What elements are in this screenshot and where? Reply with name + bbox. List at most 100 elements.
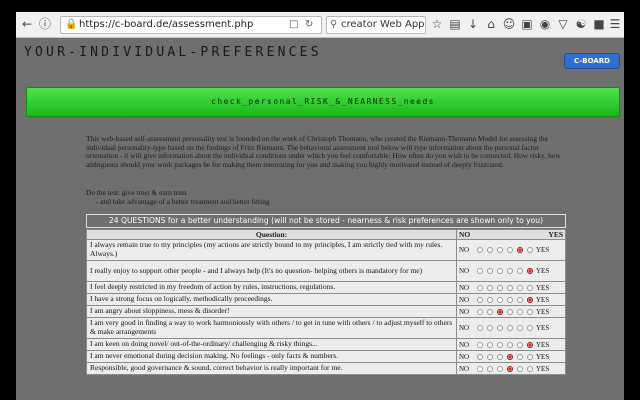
- answer-radio-4[interactable]: [507, 365, 513, 372]
- yes-label: YES: [536, 295, 550, 304]
- lock-icon: 🔒: [65, 19, 78, 30]
- intro-text: This web-based self-assessment personali…: [86, 134, 561, 169]
- search-input[interactable]: creator Web App Ma: [341, 19, 425, 30]
- answer-radio-3[interactable]: [497, 247, 503, 253]
- no-label: NO: [459, 364, 470, 373]
- answer-scale: NO YES: [456, 293, 566, 306]
- extension-icon[interactable]: ◉: [538, 17, 552, 31]
- answer-radio-4[interactable]: [507, 341, 513, 348]
- answer-scale: NO YES: [456, 317, 566, 339]
- reader-view-icon[interactable]: □: [289, 19, 298, 30]
- reload-icon[interactable]: ↻: [305, 19, 313, 30]
- check-needs-button[interactable]: check_personal_RISK_&_NEARNESS_needs: [26, 87, 620, 117]
- answer-scale: NO YES: [456, 281, 566, 294]
- reading-list-icon[interactable]: ▤: [448, 17, 462, 31]
- sync-icon[interactable]: ☯: [574, 17, 588, 31]
- answer-radio-5[interactable]: [517, 268, 523, 274]
- answer-radio-3[interactable]: [497, 353, 503, 360]
- answer-radio-5[interactable]: [517, 296, 523, 303]
- answer-radio-1[interactable]: [477, 268, 483, 274]
- answer-radio-4[interactable]: [507, 325, 513, 331]
- answer-radio-6[interactable]: [527, 284, 533, 291]
- answer-radio-2[interactable]: [487, 353, 493, 360]
- answer-radio-2[interactable]: [487, 325, 493, 331]
- answer-radio-6[interactable]: [527, 296, 533, 303]
- answer-radio-1[interactable]: [477, 365, 483, 372]
- page-content: YOUR-INDIVIDUAL-PREFERENCES C-BOARD chec…: [16, 39, 624, 400]
- answer-radio-3[interactable]: [497, 308, 503, 315]
- answer-radio-1[interactable]: [477, 284, 483, 291]
- cboard-button[interactable]: C-BOARD: [564, 53, 620, 69]
- answer-radio-6[interactable]: [527, 365, 533, 372]
- answer-radio-4[interactable]: [507, 268, 513, 274]
- answer-radio-2[interactable]: [487, 247, 493, 253]
- addon-icon[interactable]: ■: [592, 17, 606, 31]
- answer-radio-3[interactable]: [497, 296, 503, 303]
- answer-radio-1[interactable]: [477, 247, 483, 253]
- answer-radio-1[interactable]: [477, 325, 483, 331]
- answer-radio-2[interactable]: [487, 308, 493, 315]
- answer-scale: NO YES: [456, 239, 566, 261]
- site-info-icon[interactable]: ⓘ: [38, 17, 52, 31]
- search-bar[interactable]: ⚲ creator Web App Ma: [326, 16, 426, 34]
- answer-radio-5[interactable]: [517, 247, 523, 253]
- answer-radio-3[interactable]: [497, 268, 503, 274]
- pocket-icon[interactable]: ▽: [556, 17, 570, 31]
- column-question: Question:: [86, 229, 457, 240]
- table-row: I am very good in finding a way to work …: [86, 317, 566, 339]
- answer-radio-5[interactable]: [517, 325, 523, 331]
- table-row: I have a strong focus on logically, meth…: [86, 293, 566, 306]
- answer-radio-2[interactable]: [487, 365, 493, 372]
- url-text: https://c-board.de/assessment.php: [79, 19, 254, 30]
- answer-radio-1[interactable]: [477, 308, 483, 315]
- answer-radio-4[interactable]: [507, 296, 513, 303]
- answer-radio-3[interactable]: [497, 284, 503, 291]
- no-label: NO: [459, 246, 470, 254]
- address-bar[interactable]: 🔒 https://c-board.de/assessment.php □ ↻: [60, 16, 322, 34]
- table-row: I always remain true to my principles (m…: [86, 239, 566, 261]
- answer-radio-6[interactable]: [527, 308, 533, 315]
- answer-radio-5[interactable]: [517, 341, 523, 348]
- answer-radio-2[interactable]: [487, 284, 493, 291]
- screenshot-icon[interactable]: ▣: [520, 17, 534, 31]
- answer-radio-5[interactable]: [517, 284, 523, 291]
- answer-radio-4[interactable]: [507, 284, 513, 291]
- answer-radio-2[interactable]: [487, 268, 493, 274]
- home-icon[interactable]: ⌂: [484, 17, 498, 31]
- answer-radio-3[interactable]: [497, 365, 503, 372]
- answer-radio-5[interactable]: [517, 365, 523, 372]
- answer-radio-2[interactable]: [487, 341, 493, 348]
- download-icon[interactable]: ↓: [466, 17, 480, 31]
- bookmark-star-icon[interactable]: ☆: [430, 17, 444, 31]
- answer-radio-6[interactable]: [527, 247, 533, 253]
- answer-radio-5[interactable]: [517, 353, 523, 360]
- question-text: I am very good in finding a way to work …: [86, 317, 457, 339]
- answer-radio-6[interactable]: [527, 353, 533, 360]
- question-text: I really enjoy to support other people -…: [86, 260, 457, 282]
- answer-radio-4[interactable]: [507, 353, 513, 360]
- no-label: NO: [459, 340, 470, 349]
- answer-radio-6[interactable]: [527, 341, 533, 348]
- answer-radio-5[interactable]: [517, 308, 523, 315]
- tip-line-2: - and take advantage of a better treatme…: [96, 196, 270, 206]
- answer-radio-3[interactable]: [497, 341, 503, 348]
- answer-radio-2[interactable]: [487, 296, 493, 303]
- column-no: NO: [459, 230, 471, 239]
- menu-icon[interactable]: ☰: [608, 17, 622, 31]
- question-text: Responsible, good governance & sound, co…: [86, 362, 457, 375]
- back-icon[interactable]: ←: [20, 17, 34, 31]
- no-label: NO: [459, 267, 470, 275]
- answer-radio-4[interactable]: [507, 247, 513, 253]
- answer-radio-1[interactable]: [477, 296, 483, 303]
- answer-radio-3[interactable]: [497, 325, 503, 331]
- emoji-icon[interactable]: ☺: [502, 17, 516, 31]
- answer-radio-1[interactable]: [477, 353, 483, 360]
- answer-radio-6[interactable]: [527, 268, 533, 274]
- answer-radio-1[interactable]: [477, 341, 483, 348]
- site-title: YOUR-INDIVIDUAL-PREFERENCES: [24, 45, 322, 60]
- answer-radio-4[interactable]: [507, 308, 513, 315]
- answer-scale: NO YES: [456, 305, 566, 318]
- tips: Do the test: give trust & earn trust - a…: [86, 188, 386, 206]
- answer-radio-6[interactable]: [527, 325, 533, 331]
- table-row: I am keen on doing novel/ out-of-the-ord…: [86, 338, 566, 351]
